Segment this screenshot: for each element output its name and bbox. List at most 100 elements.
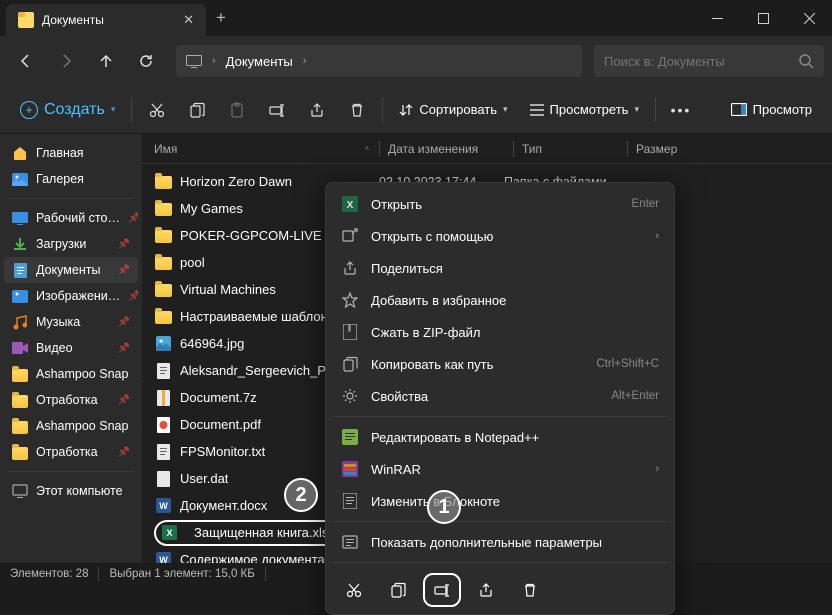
sidebar-item-music[interactable]: Музыка📌 [4,309,138,335]
item-count: Элементов: 28 [10,568,88,580]
chevron-down-icon: ▾ [503,104,508,115]
chevron-right-icon: › [655,463,659,475]
image-icon [154,335,172,353]
sidebar-item-pc[interactable]: Этот компьюте [4,478,138,504]
pin-icon: 📌 [118,239,130,250]
ctx-item[interactable]: Поделиться [331,252,669,284]
selected-info: Выбран 1 элемент: 15,0 КБ [109,568,254,580]
ctx-item[interactable]: Сжать в ZIP-файл [331,316,669,348]
folder-icon [12,418,28,434]
sort-icon [399,103,413,117]
folder-icon [154,281,172,299]
word-icon: W [154,551,172,564]
context-quick-actions [331,567,669,609]
back-button[interactable] [8,43,44,79]
sidebar-item-gallery[interactable]: Галерея [4,166,138,192]
create-button[interactable]: + Создать ▾ [10,95,125,125]
tab[interactable]: Документы ✕ [6,4,206,36]
star-icon [341,291,359,309]
zip-icon [341,323,359,341]
view-button[interactable]: Просмотреть ▾ [520,96,649,123]
file-icon [154,470,172,488]
open-with-icon [341,227,359,245]
plus-icon: + [20,101,38,119]
pin-icon: 📌 [118,395,130,406]
breadcrumb-current[interactable]: Документы [226,54,293,69]
ctx-share-button[interactable] [467,573,505,607]
notepad-icon [341,492,359,510]
up-button[interactable] [88,43,124,79]
ctx-item[interactable]: Копировать как путьCtrl+Shift+C [331,348,669,380]
delete-button[interactable] [338,92,376,128]
minimize-button[interactable] [694,0,740,36]
sidebar-item-folder[interactable]: Ashampoo Snap📌 [4,361,138,387]
preview-button[interactable]: Просмотр [721,96,822,123]
docs-icon [12,262,28,278]
monitor-icon [186,55,202,68]
sidebar-item-docs[interactable]: Документы📌 [4,257,138,283]
sidebar-item-home[interactable]: Главная [4,140,138,166]
sidebar-item-folder[interactable]: Ashampoo Snap📌 [4,413,138,439]
search-icon [799,54,814,69]
forward-button[interactable] [48,43,84,79]
refresh-button[interactable] [128,43,164,79]
search-input[interactable] [604,54,791,69]
pin-icon: 📌 [118,447,130,458]
pin-icon: 📌 [118,265,130,276]
ctx-item[interactable]: XОткрытьEnter [331,188,669,220]
new-tab-button[interactable]: + [216,8,226,28]
list-icon [530,104,544,116]
folder-icon [154,227,172,245]
sidebar-item-folder[interactable]: Отработка📌 [4,387,138,413]
winrar-icon [341,460,359,478]
text-icon [154,443,172,461]
more-button[interactable]: ••• [662,92,700,128]
ctx-item[interactable]: Открыть с помощью› [331,220,669,252]
sort-button[interactable]: Сортировать ▾ [389,96,517,123]
paste-button[interactable] [218,92,256,128]
sidebar: ГлавнаяГалерея Рабочий сто…📌Загрузки📌Док… [0,134,142,563]
sidebar-item-pictures[interactable]: Изображени…📌 [4,283,138,309]
ctx-item[interactable]: СвойстваAlt+Enter [331,380,669,412]
breadcrumb[interactable]: › Документы › [176,45,582,77]
search-box[interactable] [594,45,824,77]
home-icon [12,145,28,161]
close-tab-icon[interactable]: ✕ [183,12,194,28]
chevron-down-icon: ▾ [634,104,639,115]
excel-app-icon: X [341,195,359,213]
tab-title: Документы [42,13,175,27]
ctx-item[interactable]: Добавить в избранное [331,284,669,316]
ctx-item[interactable]: Редактировать в Notepad++ [331,421,669,453]
share-button[interactable] [298,92,336,128]
ctx-cut-button[interactable] [335,573,373,607]
ctx-item[interactable]: Изменить в Блокноте [331,485,669,517]
sidebar-item-downloads[interactable]: Загрузки📌 [4,231,138,257]
folder-icon [12,444,28,460]
ctx-delete-button[interactable] [511,573,549,607]
sidebar-item-desktop[interactable]: Рабочий сто…📌 [4,205,138,231]
sidebar-item-folder[interactable]: Отработка📌 [4,439,138,465]
cut-button[interactable] [138,92,176,128]
pin-icon: 📌 [136,369,138,380]
close-button[interactable] [786,0,832,36]
sidebar-item-video[interactable]: Видео📌 [4,335,138,361]
copy-path-icon [341,355,359,373]
copy-button[interactable] [178,92,216,128]
maximize-button[interactable] [740,0,786,36]
ctx-item[interactable]: Показать дополнительные параметры [331,526,669,558]
music-icon [12,314,28,330]
ctx-item[interactable]: WinRAR› [331,453,669,485]
props-icon [341,387,359,405]
folder-icon [154,254,172,272]
chevron-down-icon: ▾ [111,104,116,115]
folder-icon [12,392,28,408]
context-menu: XОткрытьEnterОткрыть с помощью›Поделитьс… [325,182,675,615]
column-headers[interactable]: Имя˄ Дата изменения Тип Размер [142,134,832,164]
ctx-copy-button[interactable] [379,573,417,607]
pin-icon: 📌 [118,343,130,354]
ctx-rename-button[interactable] [423,573,461,607]
window-controls [694,0,832,36]
svg-text:X: X [347,200,354,211]
rename-button[interactable] [258,92,296,128]
pin-icon: 📌 [128,213,138,224]
